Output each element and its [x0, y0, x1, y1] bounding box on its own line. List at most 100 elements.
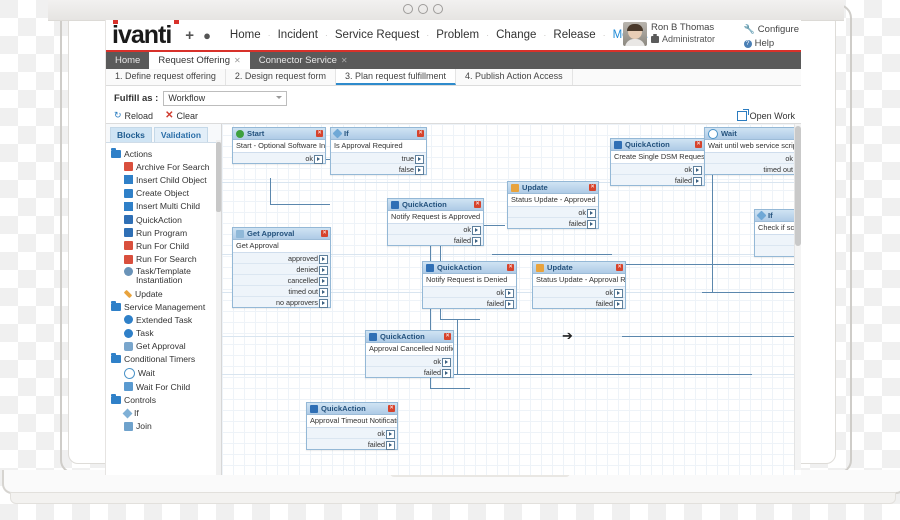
port-connector-icon[interactable]	[319, 287, 328, 297]
node-port-ok[interactable]: ok	[705, 153, 801, 164]
step-define-request-offering[interactable]: 1. Define request offering	[106, 69, 226, 85]
tree-group-conditional-timers[interactable]: Conditional Timers	[108, 353, 219, 366]
node-qa-denied[interactable]: QuickAction ✕ Notify Request is Denied o…	[422, 261, 517, 309]
node-port-failed[interactable]: failed	[366, 367, 453, 378]
node-header[interactable]: QuickAction ✕	[611, 139, 704, 151]
node-header[interactable]: Get Approval ✕	[233, 228, 330, 240]
nav-item-release[interactable]: Release	[546, 29, 602, 41]
node-header[interactable]: Start ✕	[233, 128, 325, 140]
port-connector-icon[interactable]	[505, 299, 514, 309]
node-port-approved[interactable]: approved	[233, 253, 330, 264]
node-port-ok[interactable]: ok	[508, 207, 598, 218]
port-connector-icon[interactable]	[386, 440, 395, 450]
close-icon[interactable]: ✕	[316, 130, 323, 137]
node-upd-rejected[interactable]: Update ✕ Status Update - Approval Rejec …	[532, 261, 626, 309]
node-port-no-approvers[interactable]: no approvers	[233, 297, 330, 308]
node-header[interactable]: QuickAction ✕	[366, 331, 453, 343]
node-port-failed[interactable]: failed	[423, 298, 516, 309]
node-port-failed[interactable]: failed	[611, 175, 704, 186]
node-port-failed[interactable]: failed	[307, 439, 397, 450]
port-connector-icon[interactable]	[587, 208, 596, 218]
help-link[interactable]: ? Help	[743, 37, 799, 51]
node-port-timed-out[interactable]: timed out	[705, 164, 801, 175]
port-connector-icon[interactable]	[614, 288, 623, 298]
node-port-ok[interactable]: ok	[307, 428, 397, 439]
tree-item-update[interactable]: Update	[108, 287, 219, 300]
node-port-ok[interactable]: ok	[233, 153, 325, 164]
canvas-scroll-thumb[interactable]	[795, 126, 801, 246]
reload-button[interactable]: ↻ Reload	[114, 110, 153, 121]
tree-item-quickaction[interactable]: QuickAction	[108, 213, 219, 226]
close-icon[interactable]: ✕	[616, 264, 623, 271]
tab-request-offering[interactable]: Request Offering ✕	[149, 52, 250, 69]
nav-item-problem[interactable]: Problem	[429, 29, 486, 41]
nav-item-home[interactable]: Home	[223, 29, 268, 41]
configure-link[interactable]: 🔧 Configure	[744, 23, 799, 37]
port-connector-icon[interactable]	[319, 265, 328, 275]
tree-item-task-template-instantiation[interactable]: Task/Template Instantiation	[108, 266, 219, 287]
tree-item-run-for-search[interactable]: Run For Search	[108, 253, 219, 266]
port-connector-icon[interactable]	[472, 225, 481, 235]
port-connector-icon[interactable]	[587, 219, 596, 229]
port-connector-icon[interactable]	[415, 154, 424, 164]
node-port-timed-out[interactable]: timed out	[233, 286, 330, 297]
tab-home[interactable]: Home	[106, 52, 149, 69]
close-icon[interactable]: ✕	[321, 230, 328, 237]
port-connector-icon[interactable]	[693, 165, 702, 175]
node-port-cancelled[interactable]: cancelled	[233, 275, 330, 286]
node-port-true[interactable]: true	[331, 153, 426, 164]
node-header[interactable]: Update ✕	[533, 262, 625, 274]
node-port-denied[interactable]: denied	[233, 264, 330, 275]
canvas-scrollbar-vertical[interactable]	[794, 124, 801, 470]
node-qa-dsm[interactable]: QuickAction ✕ Create Single DSM Request …	[610, 138, 705, 186]
sidebar-tab-validation[interactable]: Validation	[153, 127, 209, 142]
close-icon[interactable]: ✕	[388, 405, 395, 412]
node-wait-script[interactable]: Wait ✕ Wait until web service script has…	[704, 127, 801, 175]
port-connector-icon[interactable]	[319, 254, 328, 264]
node-port-failed[interactable]: failed	[508, 218, 598, 229]
node-header[interactable]: Wait ✕	[705, 128, 801, 140]
node-port-failed[interactable]: failed	[533, 298, 625, 309]
port-connector-icon[interactable]	[472, 236, 481, 246]
tree-item-extended-task[interactable]: Extended Task	[108, 313, 219, 326]
nav-item-service-request[interactable]: Service Request	[328, 29, 426, 41]
port-connector-icon[interactable]	[614, 299, 623, 309]
sidebar-scrollbar[interactable]	[216, 140, 221, 475]
chat-icon[interactable]: ●	[203, 28, 211, 43]
fulfill-as-select[interactable]: Workflow	[163, 91, 288, 106]
port-connector-icon[interactable]	[319, 298, 328, 308]
node-port-failed[interactable]: failed	[388, 235, 483, 246]
node-port-ok[interactable]: ok	[366, 356, 453, 367]
step-design-request-form[interactable]: 2. Design request form	[226, 69, 336, 85]
clear-button[interactable]: ✕ Clear	[165, 110, 198, 121]
port-connector-icon[interactable]	[415, 165, 424, 175]
port-connector-icon[interactable]	[386, 429, 395, 439]
tree-item-archive-for-search[interactable]: Archive For Search	[108, 160, 219, 173]
tree-item-insert-multi-child[interactable]: Insert Multi Child	[108, 200, 219, 213]
tree-item-wait[interactable]: Wait	[108, 366, 219, 380]
port-connector-icon[interactable]	[693, 176, 702, 186]
sidebar-tab-blocks[interactable]: Blocks	[110, 127, 152, 142]
add-icon[interactable]: +	[185, 27, 194, 44]
tree-item-create-object[interactable]: Create Object	[108, 187, 219, 200]
node-if-approval[interactable]: If ✕ Is Approval Required true false	[330, 127, 427, 175]
ivanti-logo[interactable]: ivanti	[112, 20, 179, 48]
node-upd-approved[interactable]: Update ✕ Status Update - Approved ok fai…	[507, 181, 599, 229]
node-qa-timeout[interactable]: QuickAction ✕ Approval Timeout Notificat…	[306, 402, 398, 450]
sidebar-scroll-thumb[interactable]	[216, 142, 221, 212]
nav-item-incident[interactable]: Incident	[271, 29, 325, 41]
tab-connector-service[interactable]: Connector Service ✕	[250, 52, 357, 69]
node-port-ok[interactable]: ok	[611, 164, 704, 175]
tree-item-run-program[interactable]: Run Program	[108, 226, 219, 239]
open-work-button[interactable]: Open Work	[736, 108, 795, 121]
tree-item-run-for-child[interactable]: Run For Child	[108, 239, 219, 252]
user-block[interactable]: Ron B Thomas Administrator	[622, 22, 715, 46]
tree-item-wait-for-child[interactable]: Wait For Child	[108, 380, 219, 393]
port-connector-icon[interactable]	[442, 368, 451, 378]
close-icon[interactable]: ✕	[444, 333, 451, 340]
close-icon[interactable]: ✕	[589, 184, 596, 191]
nav-item-change[interactable]: Change	[489, 29, 543, 41]
close-icon[interactable]: ✕	[695, 141, 702, 148]
node-start[interactable]: Start ✕ Start - Optional Software Instal…	[232, 127, 326, 164]
port-connector-icon[interactable]	[319, 276, 328, 286]
